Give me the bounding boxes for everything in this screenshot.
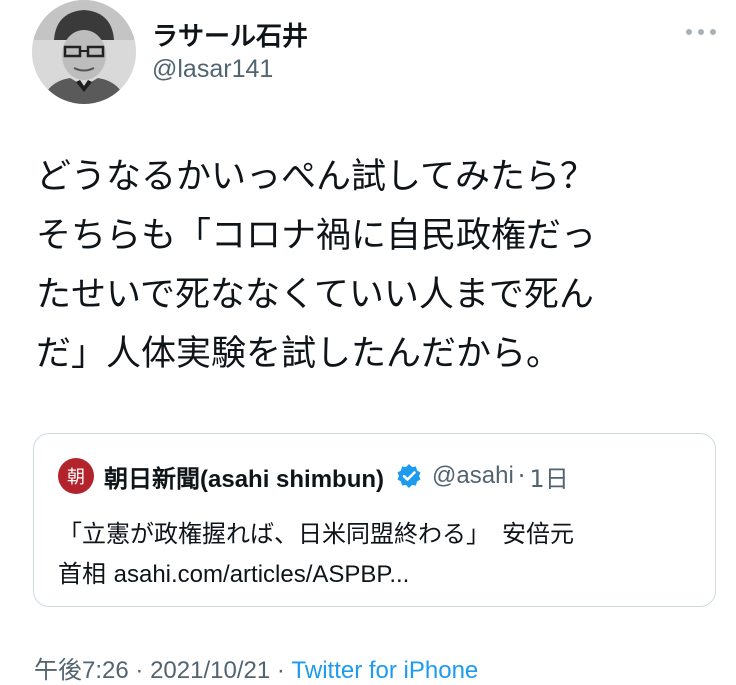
quoted-tweet-link: asahi.com/articles/ASPBP... [113,561,410,588]
avatar-image [32,0,136,104]
separator-dot: · [517,462,526,490]
avatar[interactable] [32,0,136,104]
tweet-text-line: たせいで死ななくていい人まで死ん [36,275,594,315]
verified-badge-icon [397,464,421,488]
quoted-tweet-line: 首相 asahi.com/articles/ASPBP... [58,554,698,595]
tweet-source-link[interactable]: Twitter for iPhone [292,657,479,684]
author-handle[interactable]: @lasar141 [152,55,273,84]
tweet-time[interactable]: 午後7:26 [34,657,129,684]
tweet-text: どうなるかいっぺん試してみたら？ そちらも「コロナ禍に自民政権だっ たせいで死ななく… [36,148,716,384]
tweet-date[interactable]: 2021/10/21 [150,657,270,684]
tweet-text-line: どうなるかいっぺん試してみたら？ [36,157,595,197]
separator-dot: · [276,657,285,684]
tweet-text-line: だ」人体実験を試したんだから。 [36,334,562,374]
quoted-author-name-jp: 朝日新聞 [104,464,200,493]
quoted-tweet-time: 1日 [529,464,569,493]
quoted-author-name-latin: (asahi shimbun) [200,465,385,493]
more-button[interactable] [684,22,718,42]
quoted-tweet-body: 「立憲が政権握れば、日米同盟終わる」 安倍元 首相 asahi.com/arti… [58,514,698,595]
quoted-author-handle: @asahi [432,462,514,489]
quoted-tweet-line: 「立憲が政権握れば、日米同盟終わる」 安倍元 [58,520,574,548]
tweet-footer: 午後7:26 · 2021/10/21 · Twitter for iPhone [34,650,478,685]
quoted-author-name: 朝日新聞(asahi shimbun) [104,459,384,494]
more-horizontal-icon [686,29,716,35]
tweet-text-line: そちらも「コロナ禍に自民政権だっ [36,216,597,256]
asahi-logo-icon: 朝 [58,458,94,494]
author-display-name[interactable]: ラサール石井 [152,16,308,53]
quoted-tweet-text: 首相 [58,560,114,588]
separator-dot: · [135,657,144,684]
quoted-tweet-card[interactable]: 朝 朝日新聞(asahi shimbun) @asahi · 1日 「立憲が政権… [33,433,716,607]
tweet-header: ラサール石井 @lasar141 [0,0,736,110]
quoted-tweet-header: 朝 朝日新聞(asahi shimbun) @asahi · 1日 [58,456,569,496]
